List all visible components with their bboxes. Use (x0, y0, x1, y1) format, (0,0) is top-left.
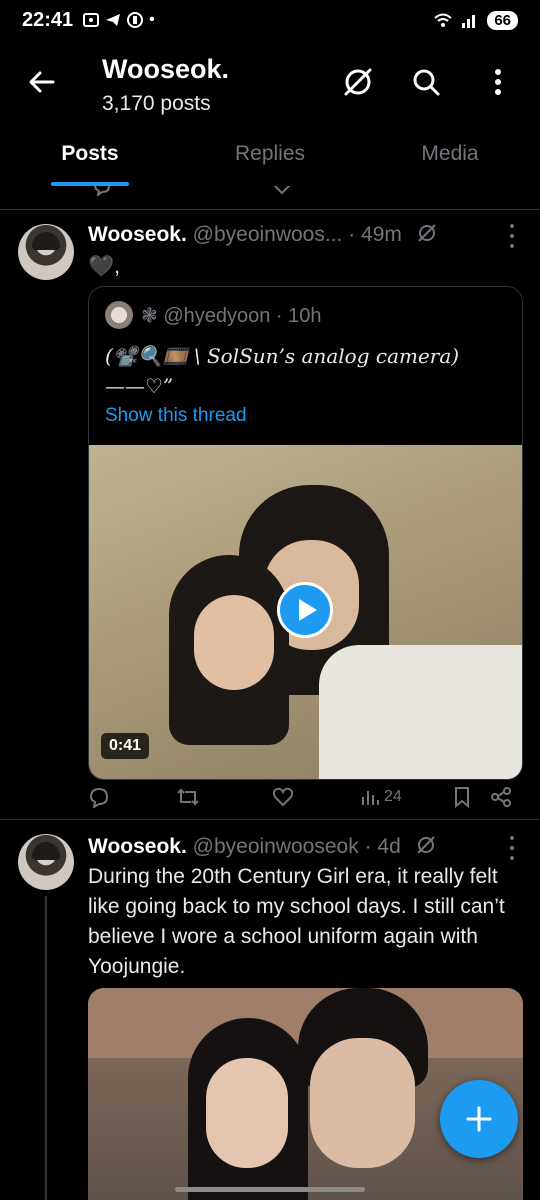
quote-author: ❃ @hyedyoon · 10h (141, 304, 322, 327)
views-count: 24 (384, 788, 402, 805)
profile-title: Wooseok. (102, 54, 230, 84)
tweet-more-icon[interactable] (506, 224, 518, 248)
previous-tweet-actions (0, 186, 540, 210)
tab-posts[interactable]: Posts (0, 128, 180, 186)
tweet-header: Wooseok. @byeoinwoos... · 49m (88, 222, 438, 247)
wifi-icon (434, 13, 452, 27)
tab-replies[interactable]: Replies (180, 128, 360, 186)
reply-icon (93, 186, 111, 196)
screen-record-icon (83, 13, 100, 27)
status-bar: 22:41 • 66 (0, 0, 540, 40)
battery-indicator: 66 (487, 10, 518, 30)
arrow-left-icon (29, 71, 55, 93)
bookmark-button[interactable] (452, 782, 472, 812)
bookmark-icon (455, 787, 469, 808)
tweet-text: 🖤, (88, 255, 120, 278)
quote-video[interactable]: 0:41 (89, 445, 522, 779)
repost-icon (177, 788, 199, 806)
tab-media[interactable]: Media (360, 128, 540, 186)
avatar[interactable] (18, 834, 74, 890)
views-button[interactable]: 24 (360, 782, 402, 812)
quote-avatar (105, 301, 133, 329)
signal-icon (462, 15, 476, 28)
home-indicator[interactable] (175, 1187, 365, 1192)
tweet-more-icon[interactable] (506, 836, 518, 860)
tweet-actions: 24 (88, 782, 523, 812)
status-time: 22:41 (22, 8, 74, 31)
quote-text: (📽️🔍🎞️ \ SolSun’s analog camera) ——♡” (105, 344, 460, 398)
post-count: 3,170 posts (102, 92, 211, 115)
video-duration: 0:41 (101, 733, 150, 759)
back-button[interactable] (22, 62, 62, 102)
author-name[interactable]: Wooseok. (88, 223, 187, 246)
app-notification-icon (127, 12, 144, 28)
telegram-icon (106, 14, 121, 26)
like-icon (273, 186, 291, 195)
status-right: 66 (433, 10, 518, 30)
grok-button[interactable] (338, 62, 378, 102)
notification-icons: • (83, 11, 155, 29)
compose-button[interactable] (440, 1080, 518, 1158)
quote-header: ❃ @hyedyoon · 10h (105, 301, 322, 329)
search-icon (413, 69, 440, 96)
like-button[interactable] (272, 782, 294, 812)
reply-icon (89, 787, 109, 808)
plus-icon (466, 1106, 492, 1132)
search-button[interactable] (406, 62, 446, 102)
tweet[interactable]: Wooseok. @byeoinwoos... · 49m 🖤, ❃ @hyed… (0, 210, 540, 820)
author-name[interactable]: Wooseok. (88, 835, 187, 858)
repost-button[interactable] (176, 782, 200, 812)
author-handle[interactable]: @byeoinwooseok (193, 835, 359, 858)
profile-header: Wooseok. 3,170 posts (0, 44, 540, 124)
tweet-time: · 49m (348, 223, 402, 246)
share-icon (491, 787, 511, 807)
grok-icon[interactable] (415, 834, 437, 856)
tweet-text: During the 20th Century Girl era, it rea… (88, 865, 505, 978)
play-icon[interactable] (277, 582, 333, 638)
author-handle[interactable]: @byeoinwoos... (193, 223, 343, 246)
reply-button[interactable] (88, 782, 110, 812)
share-button[interactable] (490, 782, 512, 812)
show-thread-link[interactable]: Show this thread (105, 405, 247, 427)
grok-icon (344, 68, 372, 96)
views-icon (362, 791, 379, 805)
tweet-time: · 4d (364, 835, 401, 858)
profile-tabs: Posts Replies Media (0, 128, 540, 186)
quoted-tweet[interactable]: ❃ @hyedyoon · 10h (📽️🔍🎞️ \ SolSun’s anal… (88, 286, 523, 780)
avatar[interactable] (18, 224, 74, 280)
grok-icon[interactable] (416, 222, 438, 244)
tweet-header: Wooseok. @byeoinwooseok · 4d (88, 834, 437, 859)
more-vertical-icon (495, 69, 501, 95)
heart-icon (272, 787, 294, 807)
more-options-button[interactable] (478, 62, 518, 102)
dot-icon: • (149, 11, 155, 28)
thread-line (45, 896, 47, 1200)
